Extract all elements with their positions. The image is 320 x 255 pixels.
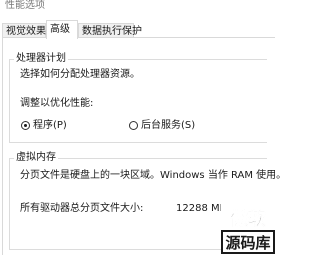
total-paging-file-value: 12288 MB	[176, 203, 227, 214]
processor-scheduling-description: 选择如何分配处理器资源。	[20, 69, 140, 80]
performance-options-window: 性能选项 视觉效果 高级 数据执行保护 处理器计划 选择如何分配处理器资源。 调…	[0, 0, 286, 255]
tab-visual-effects[interactable]: 视觉效果	[2, 23, 46, 38]
tab-strip: 视觉效果 高级 数据执行保护	[0, 20, 275, 39]
virtual-memory-description: 分页文件是硬盘上的一块区域。Windows 当作 RAM 使用。	[20, 170, 287, 181]
title-bar[interactable]: 性能选项	[0, 0, 275, 17]
svg-text:源码库: 源码库	[225, 234, 270, 252]
adjust-performance-label: 调整以优化性能:	[20, 98, 94, 109]
radio-selected-dot	[24, 124, 27, 127]
virtual-memory-legend: 虚拟内存	[14, 152, 58, 164]
background-services-radio-label[interactable]: 后台服务(S)	[141, 120, 195, 132]
window-title: 性能选项	[5, 0, 45, 11]
programs-radio-label[interactable]: 程序(P)	[33, 120, 67, 132]
tab-data-execution-prevention[interactable]: 数据执行保护	[78, 23, 142, 38]
processor-scheduling-legend: 处理器计划	[14, 53, 68, 65]
watermark-logo-graphic: 傲软 源码库	[221, 203, 275, 255]
programs-radio[interactable]	[21, 121, 30, 130]
tab-advanced[interactable]: 高级	[46, 20, 78, 39]
watermark-logo: 傲软 源码库	[221, 203, 275, 255]
background-services-radio[interactable]	[129, 121, 138, 130]
svg-text:傲软: 傲软	[230, 208, 266, 230]
total-paging-file-label: 所有驱动器总分页文件大小:	[20, 203, 144, 214]
